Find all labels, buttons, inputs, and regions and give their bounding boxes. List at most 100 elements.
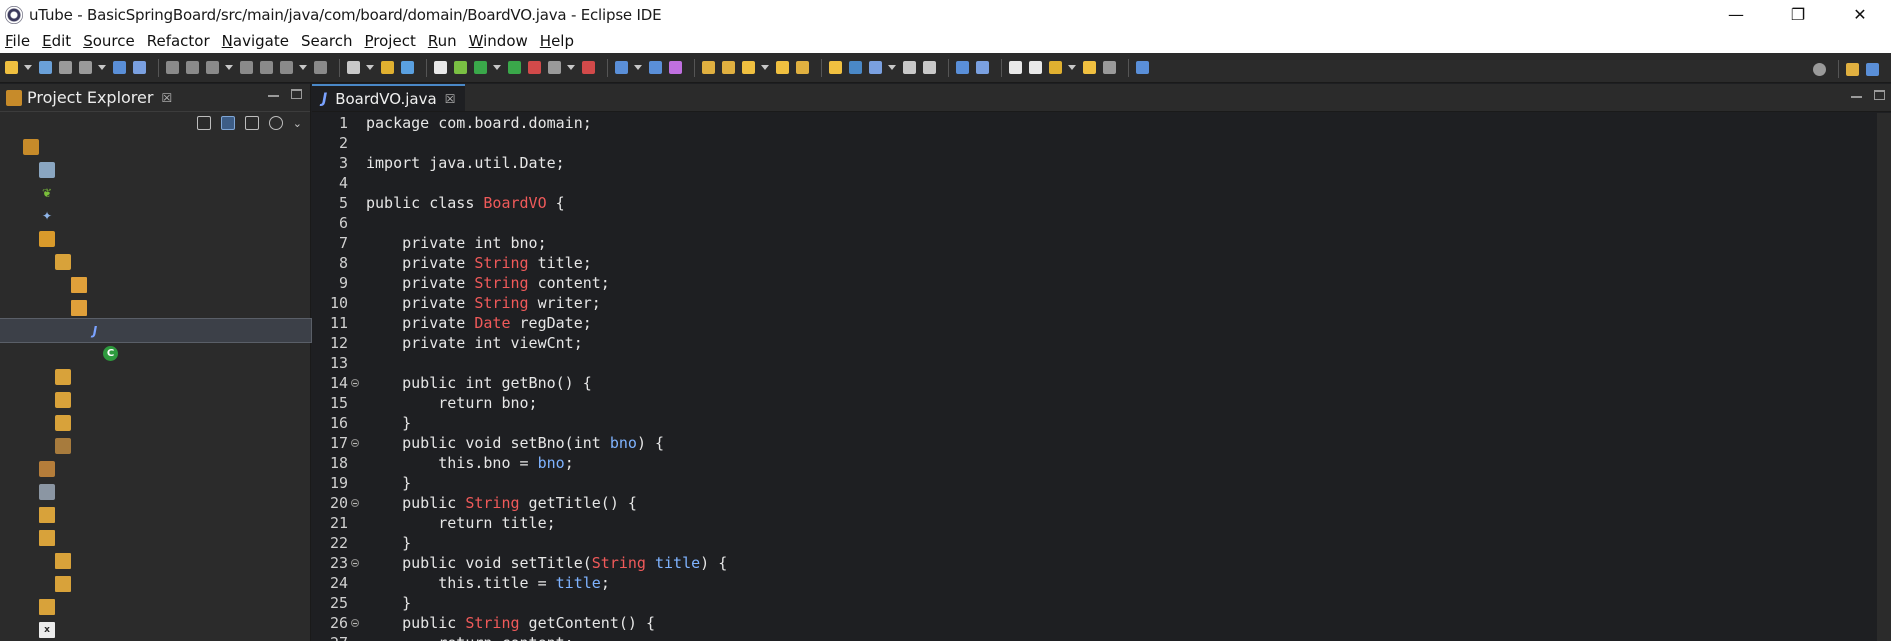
maximize-panel-icon[interactable]: [291, 89, 302, 99]
tree-item[interactable]: [0, 388, 311, 411]
dropdown-arrow-icon[interactable]: [299, 65, 307, 70]
fold-collapse-icon[interactable]: [351, 559, 359, 567]
menu-edit[interactable]: Edit: [42, 32, 71, 50]
code-line[interactable]: 11 private Date regDate;: [312, 313, 1891, 333]
close-button[interactable]: ✕: [1829, 0, 1891, 29]
toolbar-action-icon[interactable]: [976, 61, 989, 74]
fold-collapse-icon[interactable]: [351, 439, 359, 447]
dropdown-arrow-icon[interactable]: [98, 65, 106, 70]
toolbar-action-icon[interactable]: [1029, 61, 1042, 74]
dropdown-arrow-icon[interactable]: [24, 65, 32, 70]
code-line[interactable]: 16 }: [312, 413, 1891, 433]
toolbar-action-icon[interactable]: [776, 61, 789, 74]
tree-item[interactable]: [0, 480, 311, 503]
code-line[interactable]: 13: [312, 353, 1891, 373]
code-line[interactable]: 27 return content;: [312, 633, 1891, 641]
toolbar-action-icon[interactable]: [260, 61, 273, 74]
tree-item[interactable]: [0, 158, 311, 181]
tree-item[interactable]: [0, 227, 311, 250]
code-line[interactable]: 14 public int getBno() {: [312, 373, 1891, 393]
fold-collapse-icon[interactable]: [351, 499, 359, 507]
toolbar-action-icon[interactable]: [401, 61, 414, 74]
menu-help[interactable]: Help: [540, 32, 574, 50]
toolbar-action-icon[interactable]: [548, 61, 561, 74]
tree-item[interactable]: [0, 503, 311, 526]
tree-item[interactable]: x: [0, 618, 311, 641]
toolbar-action-icon[interactable]: [240, 61, 253, 74]
menu-navigate[interactable]: Navigate: [222, 32, 289, 50]
toolbar-action-icon[interactable]: [280, 61, 293, 74]
toolbar-action-icon[interactable]: [381, 61, 394, 74]
fold-collapse-icon[interactable]: [351, 619, 359, 627]
code-line[interactable]: 17 public void setBno(int bno) {: [312, 433, 1891, 453]
menu-file[interactable]: File: [5, 32, 30, 50]
toolbar-action-icon[interactable]: [849, 61, 862, 74]
editor-tab-boardvo[interactable]: J BoardVO.java ☒: [312, 84, 466, 111]
code-line[interactable]: 3 import java.util.Date;: [312, 153, 1891, 173]
toolbar-action-icon[interactable]: [1083, 61, 1096, 74]
toolbar-action-icon[interactable]: [347, 61, 360, 74]
dropdown-arrow-icon[interactable]: [761, 65, 769, 70]
tree-item[interactable]: [0, 411, 311, 434]
tree-item[interactable]: [0, 365, 311, 388]
code-line[interactable]: 4: [312, 173, 1891, 193]
tree-item[interactable]: [0, 526, 311, 549]
code-line[interactable]: 8 private String title;: [312, 253, 1891, 273]
tree-item[interactable]: ❦: [0, 181, 311, 204]
toolbar-action-icon[interactable]: [742, 61, 755, 74]
toolbar-action-icon[interactable]: [702, 61, 715, 74]
view-menu-chevron-icon[interactable]: ⌄: [293, 117, 302, 130]
menu-project[interactable]: Project: [365, 32, 416, 50]
toolbar-action-icon[interactable]: [474, 61, 487, 74]
code-line[interactable]: 18 this.bno = bno;: [312, 453, 1891, 473]
toolbar-action-icon[interactable]: [79, 61, 92, 74]
code-line[interactable]: 22 }: [312, 533, 1891, 553]
code-line[interactable]: 2: [312, 133, 1891, 153]
code-line[interactable]: 21 return title;: [312, 513, 1891, 533]
dropdown-arrow-icon[interactable]: [567, 65, 575, 70]
code-line[interactable]: 26 public String getContent() {: [312, 613, 1891, 633]
toolbar-action-icon[interactable]: [582, 61, 595, 74]
tree-item[interactable]: J: [0, 318, 312, 343]
code-line[interactable]: 6: [312, 213, 1891, 233]
code-line[interactable]: 5 public class BoardVO {: [312, 193, 1891, 213]
dropdown-arrow-icon[interactable]: [493, 65, 501, 70]
tree-item[interactable]: [0, 595, 311, 618]
toolbar-action-icon[interactable]: [39, 61, 52, 74]
tree-item[interactable]: [0, 572, 311, 595]
minimize-editor-icon[interactable]: [1851, 96, 1862, 99]
dropdown-arrow-icon[interactable]: [225, 65, 233, 70]
code-line[interactable]: 25 }: [312, 593, 1891, 613]
code-line[interactable]: 20 public String getTitle() {: [312, 493, 1891, 513]
toolbar-action-icon[interactable]: [1049, 61, 1062, 74]
code-line[interactable]: 9 private String content;: [312, 273, 1891, 293]
toolbar-action-icon[interactable]: [5, 61, 18, 74]
code-line[interactable]: 1 package com.board.domain;: [312, 113, 1891, 133]
vertical-scrollbar[interactable]: [1877, 113, 1891, 641]
toolbar-action-icon[interactable]: [508, 61, 521, 74]
close-icon[interactable]: ☒: [161, 91, 172, 105]
toolbar-action-icon[interactable]: [133, 61, 146, 74]
toolbar-action-icon[interactable]: [434, 61, 447, 74]
toolbar-action-icon[interactable]: [669, 61, 682, 74]
code-editor[interactable]: 1 package com.board.domain; 2 3 import java.…: [312, 113, 1891, 641]
close-icon[interactable]: ☒: [445, 92, 456, 106]
toolbar-action-icon[interactable]: [923, 61, 936, 74]
toolbar-action-icon[interactable]: [615, 61, 628, 74]
select-working-set-icon[interactable]: [244, 116, 259, 130]
toolbar-action-icon[interactable]: [649, 61, 662, 74]
toolbar-action-icon[interactable]: [59, 61, 72, 74]
dropdown-arrow-icon[interactable]: [888, 65, 896, 70]
toolbar-action-icon[interactable]: [722, 61, 735, 74]
tree-item[interactable]: [0, 457, 311, 480]
filters-icon[interactable]: [268, 116, 283, 130]
maximize-editor-icon[interactable]: [1874, 90, 1885, 100]
project-explorer-tab[interactable]: Project Explorer ☒: [0, 84, 310, 112]
fold-collapse-icon[interactable]: [351, 379, 359, 387]
code-line[interactable]: 23 public void setTitle(String title) {: [312, 553, 1891, 573]
tree-item[interactable]: C: [0, 342, 311, 365]
toolbar-action-icon[interactable]: [166, 61, 179, 74]
code-line[interactable]: 15 return bno;: [312, 393, 1891, 413]
toolbar-action-icon[interactable]: [206, 61, 219, 74]
tree-item[interactable]: [0, 549, 311, 572]
